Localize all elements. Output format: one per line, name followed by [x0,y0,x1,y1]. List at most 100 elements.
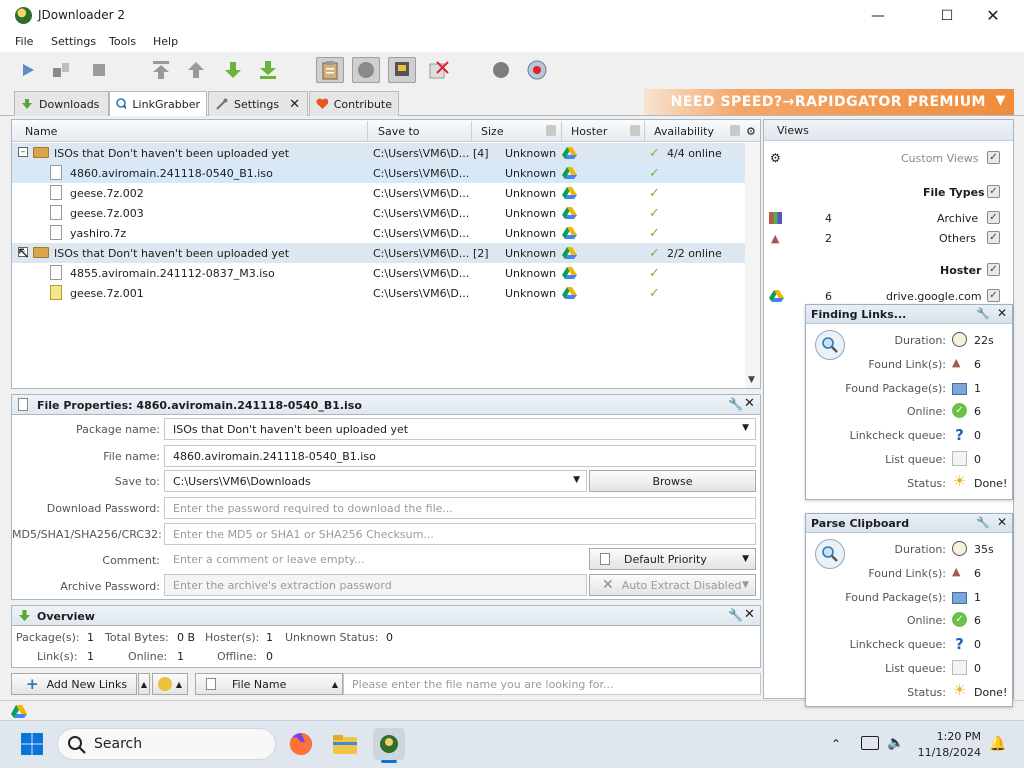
column-size[interactable]: Size [481,125,504,138]
column-save-to[interactable]: Save to [378,125,420,138]
maximize-button[interactable]: ☐ [924,0,970,31]
file-explorer-icon[interactable] [329,728,361,760]
firefox-icon[interactable] [285,728,317,760]
hoster-checkbox[interactable]: ✓ [987,263,1000,276]
windows-start-icon[interactable] [16,728,48,760]
table-row[interactable]: 4860.aviromain.241118-0540_B1.iso C:\User… [12,163,745,183]
stop-button[interactable] [85,57,113,83]
column-availability[interactable]: Availability [654,125,714,138]
wrench-icon [216,98,228,110]
found-links-value: 6 [974,567,981,580]
premium-icon[interactable] [523,57,551,83]
scroll-down-icon[interactable]: ▼ [748,375,755,385]
search-input[interactable]: Please enter the file name you are looki… [343,673,761,695]
package-name-field[interactable]: ISOs that Don't haven't been uploaded ye… [164,418,756,440]
archive-password-field[interactable]: Enter the archive's extraction password [164,574,587,596]
close-popup-icon[interactable]: ✕ [997,306,1007,320]
others-checkbox[interactable]: ✓ [987,231,1000,244]
browse-button[interactable]: Browse [589,470,756,492]
table-row[interactable]: geese.7z.003 C:\Users\VM6\D... Unknown ✓ [12,203,745,223]
chevron-up-icon[interactable]: ⌃ [831,737,841,751]
move-down-icon[interactable] [219,57,247,83]
found-packages-value: 1 [974,382,981,395]
tab-contribute[interactable]: Contribute [309,91,399,116]
add-new-links-label: Add New Links [46,677,128,691]
notification-bell-icon[interactable]: 🔔 [989,736,1006,752]
table-row[interactable]: geese.7z.001 C:\Users\VM6\D... Unknown ✓ [12,283,745,303]
tab-settings[interactable]: Settings ✕ [208,91,308,116]
wrench-icon[interactable]: 🔧 [976,307,990,320]
wrench-icon[interactable]: 🔧 [976,516,990,529]
download-password-field[interactable]: Enter the password required to download … [164,497,756,519]
hoster-drive-checkbox[interactable]: ✓ [987,289,1000,302]
size-cell: Unknown [505,187,557,200]
menu-settings[interactable]: Settings [51,35,96,48]
collapse-icon[interactable]: – [18,147,28,157]
package-row[interactable]: – ISOs that Don't haven't been uploaded y… [12,243,745,263]
table-row[interactable]: 4855.aviromain.241112-0837_M3.iso C:\User… [12,263,745,283]
priority-dropdown[interactable]: Default Priority ▼ [589,548,756,570]
move-up-icon[interactable] [182,57,210,83]
close-button[interactable]: ✕ [970,0,1016,31]
wrench-icon[interactable]: 🔧 [728,608,743,622]
start-button[interactable] [14,57,42,83]
wrench-icon[interactable]: 🔧 [728,397,743,411]
premium-banner[interactable]: NEED SPEED?→RAPIDGATOR PREMIUM ▼ [644,89,1014,115]
move-top-icon[interactable] [147,57,175,83]
comment-field[interactable]: Enter a comment or leave empty... [164,548,587,570]
file-name-field[interactable]: 4860.aviromain.241118-0540_B1.iso [164,445,756,467]
column-settings-gear-icon[interactable]: ⚙ [746,125,756,138]
add-links-menu-button[interactable]: ▲ [138,673,150,695]
jdownloader-taskbar-icon[interactable] [373,728,405,760]
menu-file[interactable]: File [15,35,33,48]
menu-tools[interactable]: Tools [109,35,136,48]
move-bottom-icon[interactable] [254,57,282,83]
auto-extract-dropdown[interactable]: ✕ Auto Extract Disabled ▼ [589,574,756,596]
chevron-down-icon: ▼ [742,580,749,590]
tab-downloads[interactable]: Downloads [14,91,109,116]
hoster-name: drive.google.com [886,290,982,303]
checksum-field[interactable]: Enter the MD5 or SHA1 or SHA256 Checksum… [164,523,756,545]
column-name[interactable]: Name [25,125,57,138]
availability-cell: 2/2 online [667,247,722,260]
lock-icon [730,125,740,136]
close-popup-icon[interactable]: ✕ [997,515,1007,529]
clear-list-button[interactable]: ▲ [152,673,188,695]
archive-checkbox[interactable]: ✓ [987,211,1000,224]
add-new-links-button[interactable]: + Add New Links [11,673,137,695]
save-to-field[interactable]: C:\Users\VM6\Downloads ▼ [164,470,587,492]
file-types-checkbox[interactable]: ✓ [987,185,1000,198]
column-hoster[interactable]: Hoster [571,125,607,138]
download-arrow-icon [19,610,30,621]
table-row[interactable]: geese.7z.002 C:\Users\VM6\D... Unknown ✓ [12,183,745,203]
network-icon[interactable] [861,736,879,750]
vertical-scrollbar[interactable]: ▼ [745,143,760,388]
minimize-button[interactable]: — [855,0,901,31]
taskbar-search[interactable]: Search [57,728,276,760]
clock-date[interactable]: 11/18/2024 [911,746,981,759]
table-row[interactable]: yashiro.7z C:\Users\VM6\D... Unknown ✓ [12,223,745,243]
remove-links-icon[interactable] [425,57,453,83]
custom-views-checkbox[interactable]: ✓ [987,151,1000,164]
google-drive-icon [562,246,577,259]
auto-confirm-icon[interactable] [388,57,416,83]
links-icon: ▲ [952,565,961,578]
tab-linkgrabber[interactable]: LinkGrabber [109,91,207,116]
close-panel-icon[interactable]: ✕ [744,607,755,622]
finding-links-popup: Finding Links... 🔧 ✕ Duration: 22s Found L… [805,304,1013,500]
package-row[interactable]: – ISOs that Don't haven't been uploaded y… [12,143,745,163]
packages-label: Package(s): [16,631,80,644]
menu-help[interactable]: Help [153,35,178,48]
update-icon[interactable] [487,57,515,83]
pause-button[interactable] [47,57,75,83]
tab-close-icon[interactable]: ✕ [289,97,300,112]
file-name: yashiro.7z [70,227,127,240]
search-field-selector[interactable]: File Name ▲ [195,673,343,695]
clock-time[interactable]: 1:20 PM [921,730,981,743]
column-divider [471,121,472,141]
close-panel-icon[interactable]: ✕ [744,396,755,411]
reconnect-icon[interactable] [352,57,380,83]
clipboard-observer-icon[interactable] [316,57,344,83]
volume-mute-icon[interactable]: 🔈 [887,735,904,751]
status-value: Done! [974,477,1008,490]
